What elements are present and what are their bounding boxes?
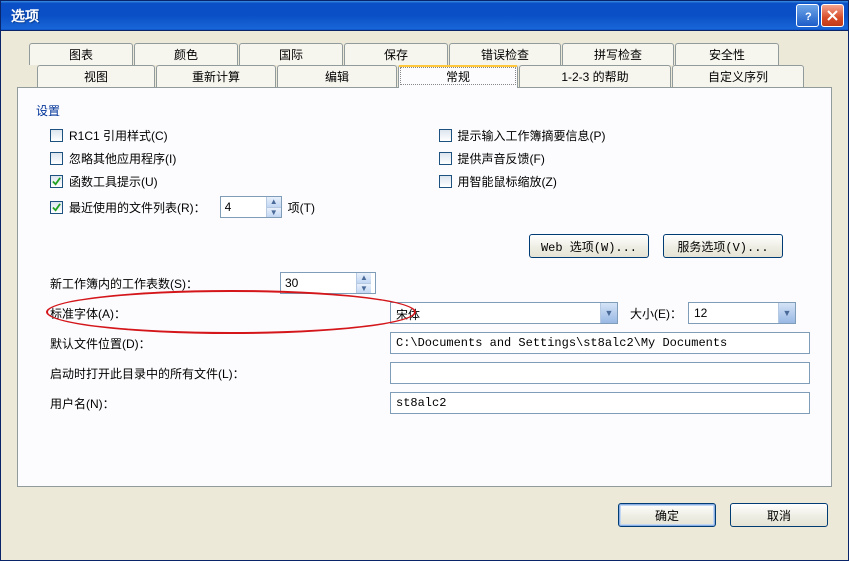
settings-left-col: R1C1 引用样式(C) 忽略其他应用程序(I) 函数工具提示(U) 最近使用的…: [36, 127, 425, 224]
ignore-other-label: 忽略其他应用程序(I): [69, 150, 176, 167]
tab-spelling[interactable]: 拼写检查: [562, 43, 674, 65]
section-settings: 设置: [36, 102, 813, 119]
sheets-label: 新工作簿内的工作表数(S)：: [50, 275, 280, 292]
tab-123-help[interactable]: 1-2-3 的帮助: [519, 65, 671, 87]
chevron-down-icon[interactable]: ▼: [778, 303, 795, 323]
sound-feedback-checkbox[interactable]: [439, 152, 452, 165]
size-value: 12: [689, 303, 778, 323]
tab-color[interactable]: 颜色: [134, 43, 238, 65]
spinner-down-icon[interactable]: ▼: [357, 283, 371, 294]
std-font-label: 标准字体(A)：: [50, 305, 390, 322]
zoom-intellimouse-label: 用智能鼠标缩放(Z): [458, 173, 557, 190]
r1c1-label: R1C1 引用样式(C): [69, 127, 168, 144]
tab-general[interactable]: 常规: [398, 65, 518, 87]
sheets-spinner[interactable]: ▲ ▼: [280, 272, 376, 294]
default-loc-label: 默认文件位置(D)：: [50, 335, 390, 352]
spinner-up-icon[interactable]: ▲: [357, 273, 371, 283]
zoom-intellimouse-checkbox[interactable]: [439, 175, 452, 188]
startup-label: 启动时打开此目录中的所有文件(L)：: [50, 365, 390, 382]
recent-files-input[interactable]: [221, 197, 266, 217]
client-area: 图表 颜色 国际 保存 错误检查 拼写检查 安全性 视图 重新计算 编辑 常规 …: [1, 31, 848, 541]
prompt-summary-label: 提示输入工作簿摘要信息(P): [458, 127, 606, 144]
close-icon: [827, 10, 838, 21]
web-options-button[interactable]: Web 选项(W)...: [529, 234, 649, 258]
tab-edit[interactable]: 编辑: [277, 65, 397, 87]
default-loc-input[interactable]: [390, 332, 810, 354]
ignore-other-checkbox[interactable]: [50, 152, 63, 165]
sheets-input[interactable]: [281, 273, 356, 293]
size-label: 大小(E)：: [630, 305, 682, 322]
recent-suffix: 项(T): [288, 199, 315, 216]
recent-files-spinner[interactable]: ▲ ▼: [220, 196, 282, 218]
r1c1-checkbox[interactable]: [50, 129, 63, 142]
sound-feedback-label: 提供声音反馈(F): [458, 150, 545, 167]
spinner-down-icon[interactable]: ▼: [267, 207, 281, 218]
tab-security[interactable]: 安全性: [675, 43, 779, 65]
service-options-button[interactable]: 服务选项(V)...: [663, 234, 783, 258]
recent-files-label: 最近使用的文件列表(R)：: [69, 199, 206, 216]
tabs-row-2: 视图 重新计算 编辑 常规 1-2-3 的帮助 自定义序列: [37, 65, 832, 87]
chevron-down-icon[interactable]: ▼: [600, 303, 617, 323]
dialog-footer: 确定 取消: [618, 503, 828, 527]
svg-text:?: ?: [805, 11, 812, 22]
tab-international[interactable]: 国际: [239, 43, 343, 65]
std-font-value: 宋体: [391, 303, 600, 323]
tab-custom-lists[interactable]: 自定义序列: [672, 65, 804, 87]
ok-button[interactable]: 确定: [618, 503, 716, 527]
close-button[interactable]: [821, 4, 844, 27]
startup-input[interactable]: [390, 362, 810, 384]
options-buttons-row: Web 选项(W)... 服务选项(V)...: [36, 234, 813, 258]
username-label: 用户名(N)：: [50, 395, 390, 412]
settings-columns: R1C1 引用样式(C) 忽略其他应用程序(I) 函数工具提示(U) 最近使用的…: [36, 127, 813, 224]
func-tooltip-label: 函数工具提示(U): [69, 173, 158, 190]
tab-calculation[interactable]: 重新计算: [156, 65, 276, 87]
window-title: 选项: [11, 6, 794, 26]
spinner-up-icon[interactable]: ▲: [267, 197, 281, 207]
std-font-combo[interactable]: 宋体 ▼: [390, 302, 618, 324]
help-button[interactable]: ?: [796, 4, 819, 27]
recent-files-checkbox[interactable]: [50, 201, 63, 214]
func-tooltip-checkbox[interactable]: [50, 175, 63, 188]
help-icon: ?: [802, 10, 814, 22]
options-dialog: 选项 ? 图表 颜色 国际 保存 错误检查 拼写检查 安全性 视图 重新计算 编…: [0, 0, 849, 561]
size-combo[interactable]: 12 ▼: [688, 302, 796, 324]
tab-chart[interactable]: 图表: [29, 43, 133, 65]
username-input[interactable]: [390, 392, 810, 414]
tabs-row-1: 图表 颜色 国际 保存 错误检查 拼写检查 安全性: [29, 43, 832, 65]
tab-error-checking[interactable]: 错误检查: [449, 43, 561, 65]
prompt-summary-checkbox[interactable]: [439, 129, 452, 142]
titlebar: 选项 ?: [1, 1, 848, 31]
tab-save[interactable]: 保存: [344, 43, 448, 65]
tab-panel-general: 设置 R1C1 引用样式(C) 忽略其他应用程序(I) 函数工具提示(U): [17, 87, 832, 487]
cancel-button[interactable]: 取消: [730, 503, 828, 527]
settings-right-col: 提示输入工作簿摘要信息(P) 提供声音反馈(F) 用智能鼠标缩放(Z): [425, 127, 814, 224]
tab-view[interactable]: 视图: [37, 65, 155, 87]
